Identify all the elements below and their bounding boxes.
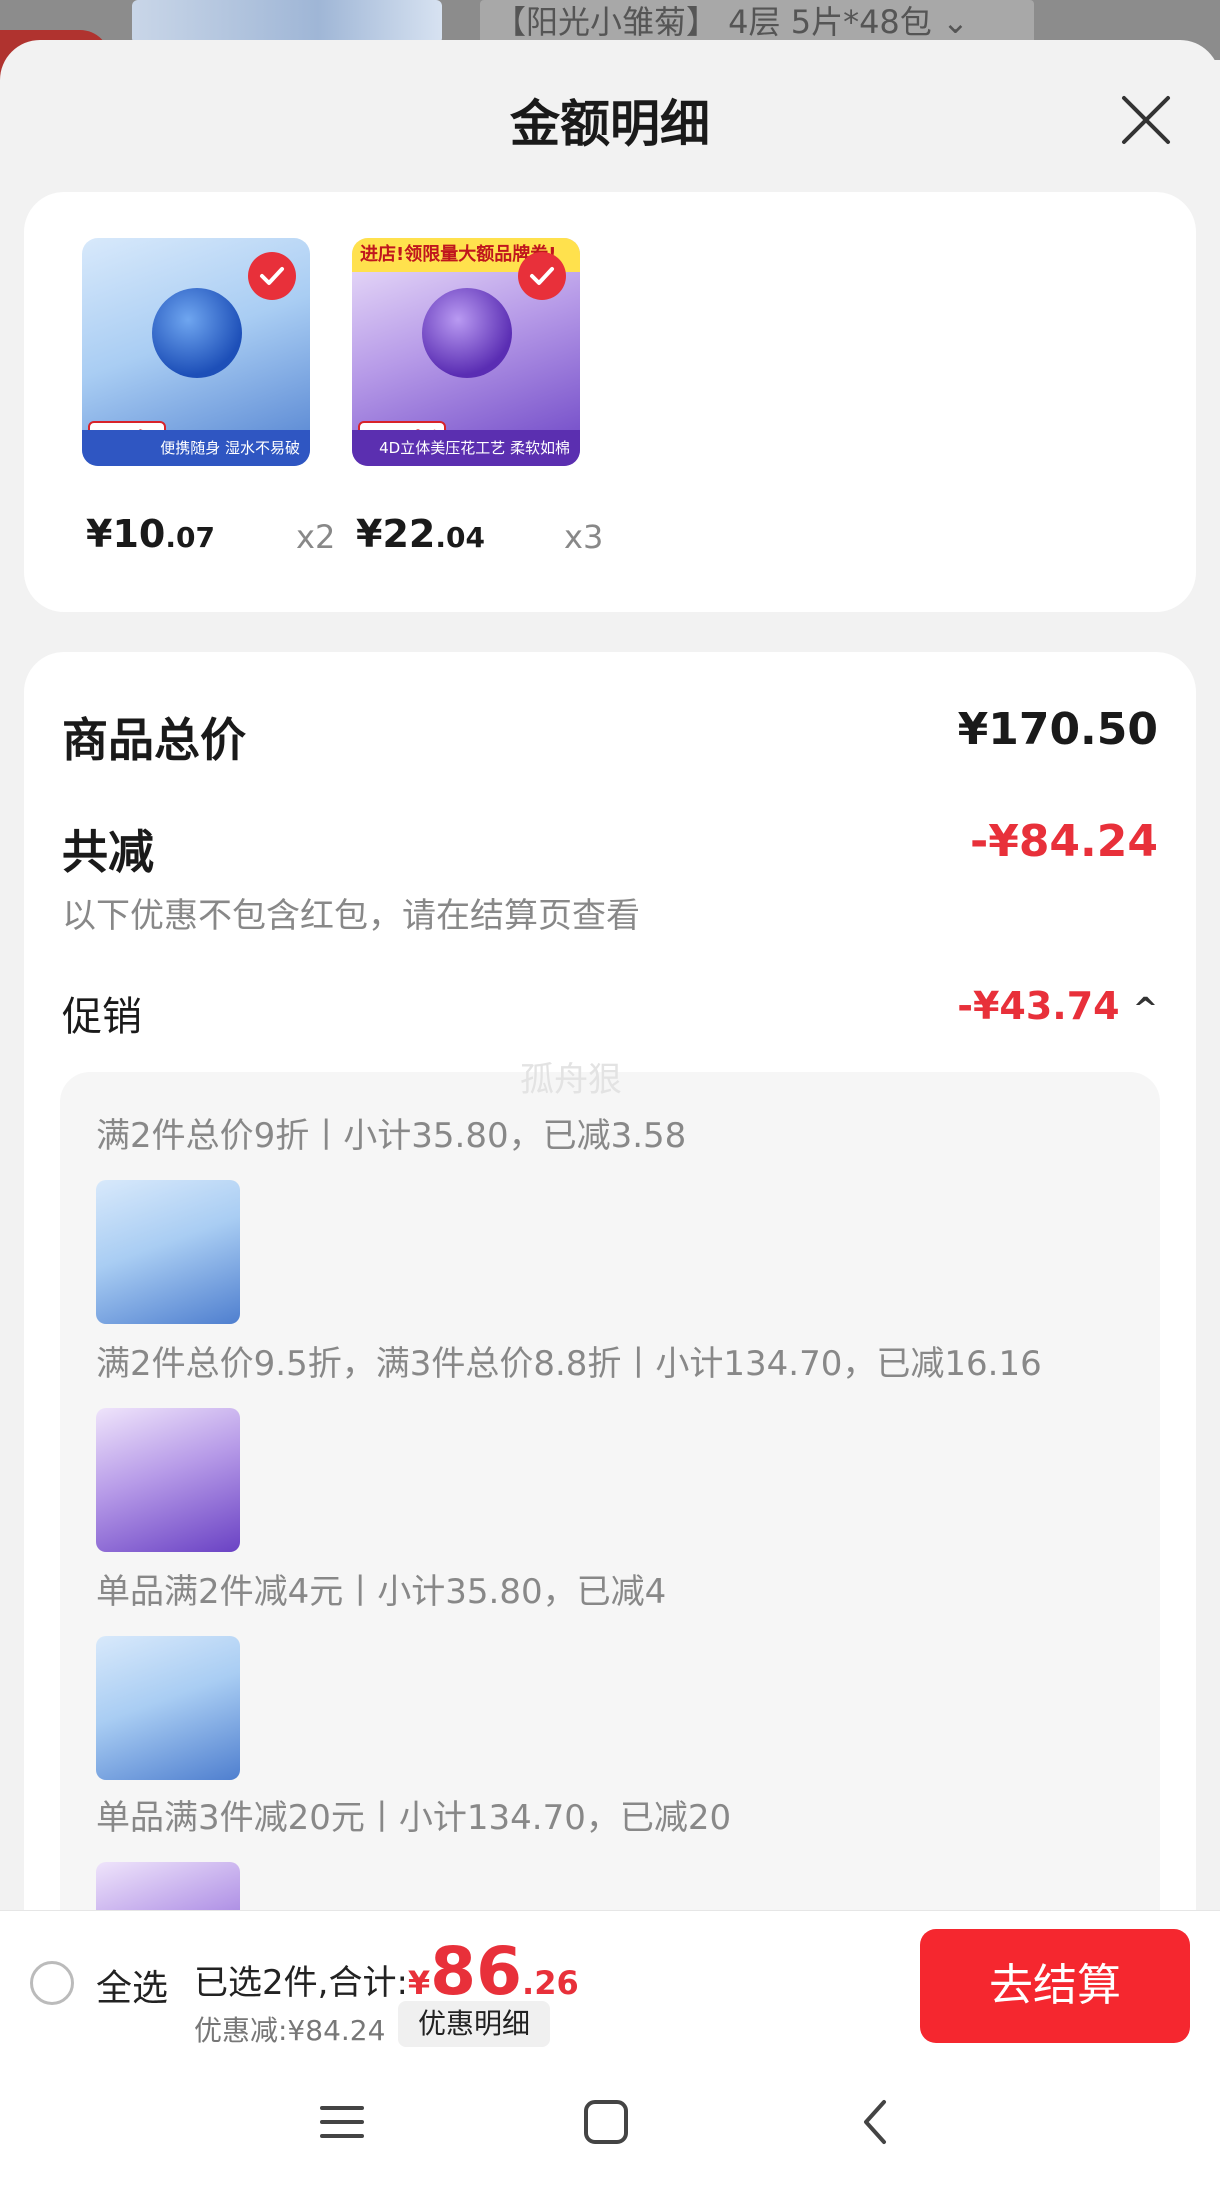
promotion-value: -¥43.74 [957,984,1120,1028]
select-all-radio[interactable] [30,1961,74,2005]
product-image: 48包 便携随身 湿水不易破 [82,238,310,466]
promotion-rule: 单品满2件减4元丨小计35.80，已减4 [96,1572,667,1612]
product-price-int: ¥22 [356,512,436,556]
back-chevron-icon[interactable] [852,2098,900,2146]
discount-detail-button[interactable]: 优惠明细 [398,2001,551,2047]
promotion-product-thumb [96,1408,240,1552]
close-button[interactable] [1116,90,1176,150]
select-all-label[interactable]: 全选 [96,1959,168,2011]
selected-check[interactable] [518,252,566,300]
total-currency: ¥ [407,1964,431,2002]
promotion-value-wrap: -¥43.74 ^ [957,984,1158,1028]
product-quantity: x2 [296,518,336,556]
chevron-down-icon: ⌄ [941,3,969,41]
background-product-title: 【阳光小雏菊】 4层 5片*48包 ⌄ [480,0,1034,44]
menu-icon[interactable] [318,2098,366,2146]
price-summary-card: 商品总价 ¥170.50 共减 -¥84.24 以下优惠不包含红包，请在结算页查… [24,652,1196,1915]
promotion-rule: 单品满3件减20元丨小计134.70，已减20 [96,1798,732,1838]
watermark: 孤舟狠 [520,1060,622,1100]
promotion-product-thumb [96,1636,240,1780]
checkout-bar: 全选 已选2件,合计:¥86.26 优惠减:¥84.24 优惠明细 去结算 [0,1910,1220,2059]
total-reduce-label: 共减 [62,825,154,879]
total-price-value: ¥170.50 [957,704,1158,755]
selected-products-card: 48包 便携随身 湿水不易破 ¥10.07 x2 进店!领限量大额品牌券! 6.… [24,192,1196,612]
amount-detail-sheet: 金额明细 48包 便携随身 湿水不易破 ¥10.07 [0,40,1220,1915]
promotion-list: 满2件总价9折丨小计35.80，已减3.58 满2件总价9.5折，满3件总价8.… [60,1072,1160,1915]
product-slogan: 便携随身 湿水不易破 [82,430,310,466]
selected-total: 已选2件,合计:¥86.26 [194,1933,579,2010]
total-reduce-value: -¥84.24 [969,816,1158,867]
checkmark-icon [530,267,554,285]
total-price-row: 商品总价 ¥170.50 [62,704,1158,770]
selected-count-text: 已选2件,合计: [194,1963,408,2003]
product-item[interactable]: 进店!领限量大额品牌券! 6.1折 4D立体美压花工艺 柔软如棉 ¥22.04 … [352,238,603,556]
system-navigation-bar [0,2058,1220,2202]
background-product-thumbnail [132,0,442,44]
home-square-icon[interactable] [582,2098,630,2146]
promotion-label: 促销 [62,994,142,1040]
product-item[interactable]: 48包 便携随身 湿水不易破 ¥10.07 x2 [82,238,335,556]
product-quantity: x3 [564,518,604,556]
product-price: ¥10.07 [86,512,215,556]
product-price-dec: .04 [435,521,485,554]
promotion-product-thumb [96,1862,240,1915]
promotion-rule: 满2件总价9.5折，满3件总价8.8折丨小计134.70，已减16.16 [96,1344,1042,1384]
total-price-label: 商品总价 [62,713,246,767]
background-product-title-text: 【阳光小雏菊】 4层 5片*48包 [494,3,932,41]
product-slogan: 4D立体美压花工艺 柔软如棉 [352,430,580,466]
total-reduce-row: 共减 -¥84.24 [62,816,1158,882]
promotion-product-thumb [96,1180,240,1324]
chevron-up-icon: ^ [1132,992,1158,1027]
brand-logo [152,288,242,378]
checkout-button[interactable]: 去结算 [920,1929,1190,2043]
promotion-rule: 满2件总价9折丨小计35.80，已减3.58 [96,1116,687,1156]
promotion-row[interactable]: 促销 -¥43.74 ^ [62,984,1158,1042]
close-icon [1122,96,1170,144]
product-price-int: ¥10 [86,512,166,556]
product-image: 进店!领限量大额品牌券! 6.1折 4D立体美压花工艺 柔软如棉 [352,238,580,466]
sheet-title: 金额明细 [510,95,710,153]
product-price: ¥22.04 [356,512,485,556]
checkmark-icon [260,267,284,285]
selected-check[interactable] [248,252,296,300]
total-amount-dec: .26 [522,1964,579,2002]
brand-logo [422,288,512,378]
discount-summary: 优惠减:¥84.24 [194,2014,386,2047]
reduce-note: 以下优惠不包含红包，请在结算页查看 [62,896,640,936]
product-price-dec: .07 [165,521,215,554]
sheet-header: 金额明细 [0,40,1220,196]
total-amount-int: 86 [430,1933,523,2010]
